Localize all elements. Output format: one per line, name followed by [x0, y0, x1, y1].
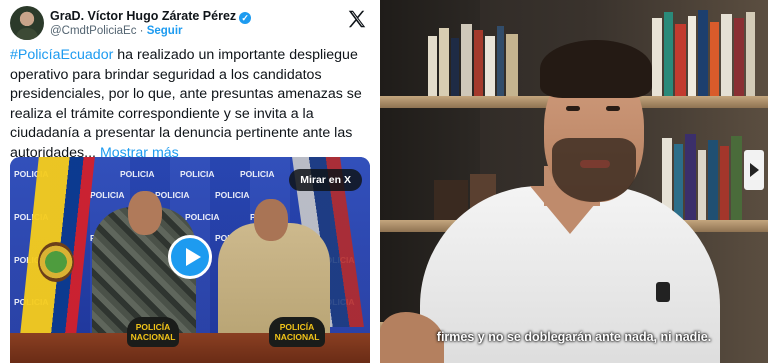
speaker-beard	[552, 138, 636, 202]
speaker-eye	[566, 106, 580, 111]
tweet-card: GraD. Víctor Hugo Zárate Pérez ✓ @CmdtPol…	[0, 0, 380, 363]
backdrop-word: POLICIA	[185, 212, 220, 222]
cap-text: POLICÍA NACIONAL	[274, 322, 320, 342]
follow-button[interactable]: Seguir	[147, 25, 183, 37]
book-row	[662, 130, 744, 220]
police-cap-right: POLICÍA NACIONAL	[269, 317, 325, 347]
watch-on-x-button[interactable]: Mirar en X	[289, 169, 362, 191]
author-handle[interactable]: @CmdtPoliciaEc	[50, 25, 136, 37]
author-name-row[interactable]: GraD. Víctor Hugo Zárate Pérez ✓	[50, 9, 252, 24]
tweet-video[interactable]: POLICIA POLICIA POLICIA POLICIA POLICIA …	[10, 157, 370, 363]
next-arrow-icon[interactable]	[744, 150, 764, 190]
backdrop-word: POLICIA	[120, 169, 155, 179]
backdrop-word: POLICIA	[240, 169, 275, 179]
police-cap-left: POLICÍA NACIONAL	[127, 317, 179, 347]
verified-badge-icon: ✓	[239, 12, 252, 24]
separator: ·	[139, 25, 144, 37]
speaker-video[interactable]: firmes y no se doblegarán ante nada, ni …	[380, 0, 768, 363]
author-name[interactable]: GraD. Víctor Hugo Zárate Pérez	[50, 9, 236, 23]
video-subtitle: firmes y no se doblegarán ante nada, ni …	[436, 330, 712, 344]
flag-emblem-icon	[38, 242, 74, 282]
tweet-text: #PolicíaEcuador ha realizado un importan…	[10, 46, 372, 163]
x-logo-icon[interactable]	[346, 8, 368, 30]
officer-left-head	[128, 191, 162, 235]
hashtag-link[interactable]: #PolicíaEcuador	[10, 47, 113, 63]
tweet-body: ha realizado un importante despliegue op…	[10, 47, 362, 161]
speaker-eye	[606, 106, 620, 111]
officer-right-head	[254, 199, 288, 241]
cap-text: POLICÍA NACIONAL	[130, 322, 176, 342]
backdrop-word: POLICIA	[180, 169, 215, 179]
lapel-microphone	[656, 282, 670, 302]
book-row	[652, 6, 757, 96]
backdrop-word: POLICIA	[90, 190, 125, 200]
speaker-hair	[540, 40, 652, 98]
book-row	[428, 14, 520, 96]
backdrop-word: POLICIA	[215, 190, 250, 200]
backdrop-word: POLICIA	[155, 190, 190, 200]
speaker-mouth	[580, 160, 610, 168]
avatar[interactable]	[10, 6, 44, 40]
play-icon[interactable]	[168, 235, 212, 279]
tweet-header: GraD. Víctor Hugo Zárate Pérez ✓ @CmdtPol…	[10, 6, 372, 40]
handle-row: @CmdtPoliciaEc · Seguir	[50, 25, 183, 37]
